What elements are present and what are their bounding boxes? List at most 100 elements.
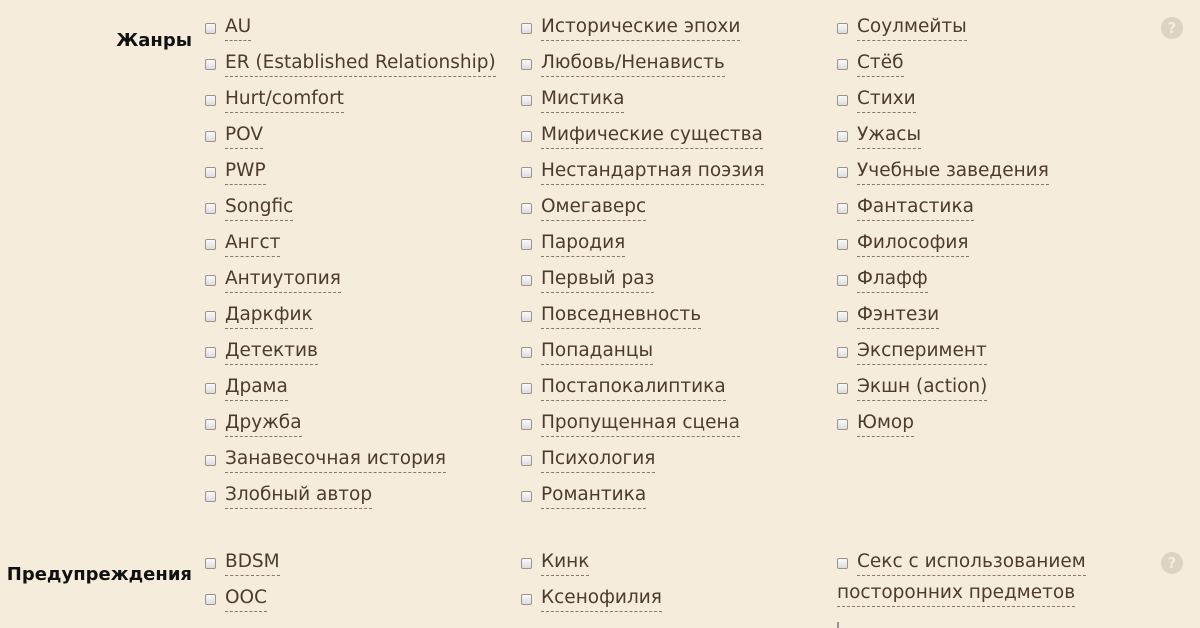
checkbox[interactable]	[205, 59, 216, 70]
genre-label[interactable]: Первый раз	[541, 266, 655, 293]
genre-option[interactable]: PWP	[205, 158, 496, 194]
genre-label[interactable]: Экшн (action)	[857, 374, 988, 401]
checkbox[interactable]	[205, 275, 216, 286]
checkbox[interactable]	[205, 23, 216, 34]
genre-label[interactable]: Songfic	[225, 194, 294, 221]
checkbox[interactable]	[521, 455, 532, 466]
warning-option[interactable]: BDSM	[205, 549, 280, 585]
genre-label[interactable]: Флафф	[857, 266, 928, 293]
genre-label[interactable]: Философия	[857, 230, 969, 257]
warnings-help-icon[interactable]: ?	[1161, 552, 1183, 574]
genre-option[interactable]: Фантастика	[837, 194, 1049, 230]
genre-option[interactable]: Эксперимент	[837, 338, 1049, 374]
warning-label-line2[interactable]: посторонних предметов	[837, 580, 1076, 607]
checkbox[interactable]	[521, 167, 532, 178]
checkbox[interactable]	[521, 131, 532, 142]
genre-option[interactable]: Экшн (action)	[837, 374, 1049, 410]
checkbox[interactable]	[205, 419, 216, 430]
genre-label[interactable]: Дружба	[225, 410, 302, 437]
genre-label[interactable]: Исторические эпохи	[541, 14, 741, 41]
genre-option[interactable]: Мифические существа	[521, 122, 764, 158]
warning-option[interactable]: Секс с использованием посторонних предме…	[837, 549, 1086, 613]
genre-label[interactable]: Юмор	[857, 410, 914, 437]
checkbox[interactable]	[205, 239, 216, 250]
genre-label[interactable]: Пародия	[541, 230, 626, 257]
warning-option[interactable]: Кинк	[521, 549, 662, 585]
checkbox[interactable]	[837, 95, 848, 106]
checkbox[interactable]	[521, 95, 532, 106]
genre-option[interactable]: Мистика	[521, 86, 764, 122]
genre-label[interactable]: Мистика	[541, 86, 625, 113]
genre-label[interactable]: Повседневность	[541, 302, 702, 329]
genre-option[interactable]: Дружба	[205, 410, 496, 446]
genre-option[interactable]: Повседневность	[521, 302, 764, 338]
checkbox[interactable]	[205, 203, 216, 214]
checkbox[interactable]	[205, 95, 216, 106]
genre-option[interactable]: Фэнтези	[837, 302, 1049, 338]
warning-label[interactable]: OOC	[225, 585, 268, 612]
genre-option[interactable]: Омегаверс	[521, 194, 764, 230]
checkbox[interactable]	[837, 311, 848, 322]
genre-label[interactable]: Даркфик	[225, 302, 313, 329]
checkbox[interactable]	[837, 23, 848, 34]
checkbox[interactable]	[521, 59, 532, 70]
genre-option[interactable]: AU	[205, 14, 496, 50]
warning-label[interactable]: Ксенофилия	[541, 585, 662, 612]
genre-option[interactable]: Пропущенная сцена	[521, 410, 764, 446]
checkbox[interactable]	[205, 347, 216, 358]
genre-label[interactable]: Драма	[225, 374, 288, 401]
genre-option[interactable]: Психология	[521, 446, 764, 482]
genre-option[interactable]: Пародия	[521, 230, 764, 266]
genre-option[interactable]: Нестандартная поэзия	[521, 158, 765, 194]
genre-option[interactable]: Постапокалиптика	[521, 374, 764, 410]
genre-label[interactable]: Психология	[541, 446, 656, 473]
genre-label[interactable]: Попаданцы	[541, 338, 654, 365]
checkbox[interactable]	[837, 622, 839, 628]
genre-option[interactable]: Юмор	[837, 410, 1049, 446]
genres-help-icon[interactable]: ?	[1161, 17, 1183, 39]
genre-option[interactable]: Songfic	[205, 194, 496, 230]
genre-option[interactable]: Соулмейты	[837, 14, 1049, 50]
genre-option[interactable]: Флафф	[837, 266, 1049, 302]
genre-label[interactable]: Злобный автор	[225, 482, 373, 509]
genre-label[interactable]: POV	[225, 122, 264, 149]
checkbox[interactable]	[837, 347, 848, 358]
genre-option[interactable]: Стихи	[837, 86, 1049, 122]
warning-option[interactable]: OOC	[205, 585, 280, 621]
genre-label[interactable]: AU	[225, 14, 252, 41]
checkbox[interactable]	[205, 311, 216, 322]
checkbox[interactable]	[837, 419, 848, 430]
genre-label[interactable]: Ужасы	[857, 122, 922, 149]
genre-option[interactable]: Первый раз	[521, 266, 764, 302]
warning-label[interactable]: BDSM	[225, 549, 280, 576]
checkbox[interactable]	[837, 131, 848, 142]
checkbox[interactable]	[521, 594, 532, 605]
genre-label[interactable]: Фэнтези	[857, 302, 940, 329]
checkbox[interactable]	[521, 558, 532, 569]
genre-label[interactable]: PWP	[225, 158, 266, 185]
genre-option[interactable]: Детектив	[205, 338, 496, 374]
checkbox[interactable]	[521, 239, 532, 250]
genre-label[interactable]: Пропущенная сцена	[541, 410, 740, 437]
genre-option[interactable]: Даркфик	[205, 302, 496, 338]
genre-label[interactable]: Любовь/Ненависть	[541, 50, 725, 77]
checkbox[interactable]	[205, 594, 216, 605]
checkbox[interactable]	[521, 23, 532, 34]
genre-option[interactable]: Романтика	[521, 482, 764, 518]
genre-label[interactable]: Hurt/comfort	[225, 86, 344, 113]
genre-label[interactable]: Детектив	[225, 338, 318, 365]
warning-label[interactable]: Кинк	[541, 549, 590, 576]
checkbox[interactable]	[205, 558, 216, 569]
genre-option[interactable]: Учебные заведения	[837, 158, 1049, 194]
genre-option[interactable]: Стёб	[837, 50, 1049, 86]
checkbox[interactable]	[521, 491, 532, 502]
genre-label[interactable]: Занавесочная история	[225, 446, 446, 473]
checkbox[interactable]	[521, 383, 532, 394]
genre-option[interactable]: Ужасы	[837, 122, 1049, 158]
genre-label[interactable]: Омегаверс	[541, 194, 647, 221]
checkbox[interactable]	[521, 347, 532, 358]
genre-option[interactable]: Занавесочная история	[205, 446, 496, 482]
checkbox[interactable]	[521, 275, 532, 286]
genre-label[interactable]: Антиутопия	[225, 266, 341, 293]
checkbox[interactable]	[205, 455, 216, 466]
